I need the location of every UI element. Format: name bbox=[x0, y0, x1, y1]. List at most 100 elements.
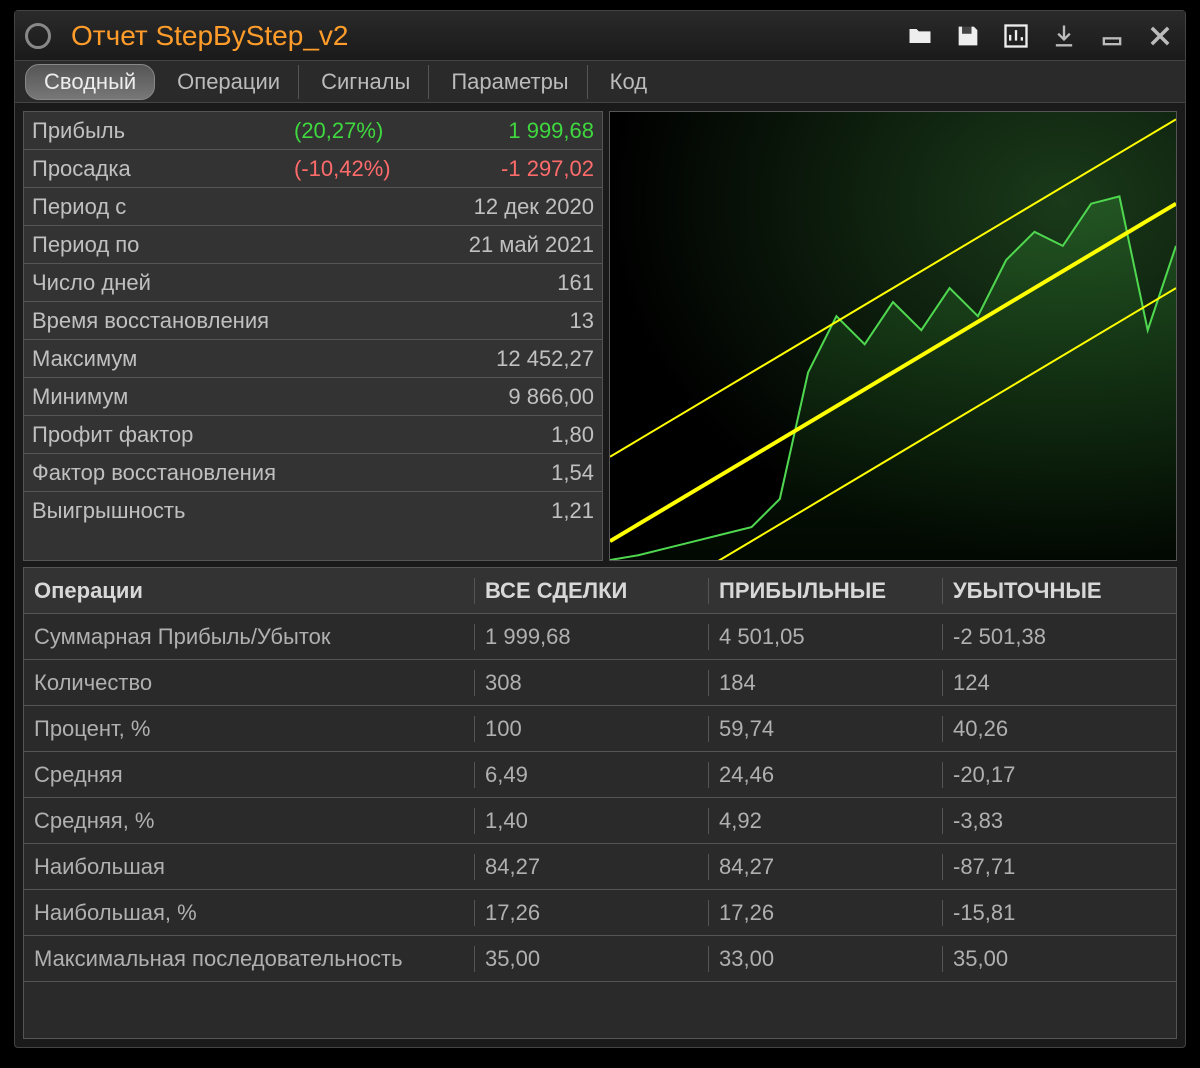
tab-сводный[interactable]: Сводный bbox=[25, 64, 155, 100]
ops-cell: Наибольшая, % bbox=[24, 900, 474, 926]
summary-row: Выигрышность 1,21 bbox=[24, 492, 602, 530]
tab-сигналы[interactable]: Сигналы bbox=[303, 65, 429, 99]
ops-cell: 17,26 bbox=[708, 900, 942, 926]
summary-row: Период с 12 дек 2020 bbox=[24, 188, 602, 226]
ops-cell: -87,71 bbox=[942, 854, 1176, 880]
ops-row: Наибольшая84,2784,27-87,71 bbox=[24, 844, 1176, 890]
summary-value: 12 452,27 bbox=[444, 346, 594, 372]
ops-cell: 35,00 bbox=[942, 946, 1176, 972]
ops-cell: Количество bbox=[24, 670, 474, 696]
window-title: Отчет StepByStep_v2 bbox=[71, 20, 905, 52]
ops-row: Количество308184124 bbox=[24, 660, 1176, 706]
ops-cell: 6,49 bbox=[474, 762, 708, 788]
summary-value: 13 bbox=[444, 308, 594, 334]
ops-cell: Средняя bbox=[24, 762, 474, 788]
ops-header-cell: ПРИБЫЛЬНЫЕ bbox=[708, 578, 942, 604]
summary-table: Прибыль(20,27%)1 999,68Просадка(-10,42%)… bbox=[23, 111, 603, 561]
summary-label: Профит фактор bbox=[32, 422, 294, 448]
ops-cell: 17,26 bbox=[474, 900, 708, 926]
ops-row: Процент, %10059,7440,26 bbox=[24, 706, 1176, 752]
ops-cell: 100 bbox=[474, 716, 708, 742]
summary-value: 1,54 bbox=[444, 460, 594, 486]
summary-value: 1,21 bbox=[444, 498, 594, 524]
summary-label: Максимум bbox=[32, 346, 294, 372]
summary-row: Максимум 12 452,27 bbox=[24, 340, 602, 378]
ops-cell: Средняя, % bbox=[24, 808, 474, 834]
ops-header-row: ОперацииВСЕ СДЕЛКИПРИБЫЛЬНЫЕУБЫТОЧНЫЕ bbox=[24, 568, 1176, 614]
summary-row: Просадка(-10,42%)-1 297,02 bbox=[24, 150, 602, 188]
summary-value: -1 297,02 bbox=[444, 156, 594, 182]
summary-value: 161 bbox=[444, 270, 594, 296]
summary-value: 1,80 bbox=[444, 422, 594, 448]
operations-table: ОперацииВСЕ СДЕЛКИПРИБЫЛЬНЫЕУБЫТОЧНЫЕСум… bbox=[23, 567, 1177, 1039]
summary-row: Число дней 161 bbox=[24, 264, 602, 302]
summary-label: Просадка bbox=[32, 156, 294, 182]
summary-pct: (-10,42%) bbox=[294, 156, 444, 182]
ops-cell: -3,83 bbox=[942, 808, 1176, 834]
ops-cell: 1,40 bbox=[474, 808, 708, 834]
ops-row: Максимальная последовательность35,0033,0… bbox=[24, 936, 1176, 982]
download-icon[interactable] bbox=[1049, 21, 1079, 51]
ops-row: Средняя, %1,404,92-3,83 bbox=[24, 798, 1176, 844]
summary-row: Минимум 9 866,00 bbox=[24, 378, 602, 416]
ops-row: Средняя6,4924,46-20,17 bbox=[24, 752, 1176, 798]
tab-параметры[interactable]: Параметры bbox=[433, 65, 587, 99]
summary-row: Время восстановления 13 bbox=[24, 302, 602, 340]
summary-value: 21 май 2021 bbox=[444, 232, 594, 258]
ops-cell: 124 bbox=[942, 670, 1176, 696]
ops-cell: -20,17 bbox=[942, 762, 1176, 788]
ops-cell: Наибольшая bbox=[24, 854, 474, 880]
minimize-icon[interactable] bbox=[1097, 21, 1127, 51]
titlebar-actions bbox=[905, 21, 1175, 51]
ops-header-cell: УБЫТОЧНЫЕ bbox=[942, 578, 1176, 604]
summary-label: Период с bbox=[32, 194, 294, 220]
summary-label: Период по bbox=[32, 232, 294, 258]
ops-cell: 308 bbox=[474, 670, 708, 696]
close-icon[interactable] bbox=[1145, 21, 1175, 51]
save-icon[interactable] bbox=[953, 21, 983, 51]
summary-value: 1 999,68 bbox=[444, 118, 594, 144]
app-icon bbox=[25, 23, 51, 49]
summary-label: Фактор восстановления bbox=[32, 460, 294, 486]
ops-cell: Максимальная последовательность bbox=[24, 946, 474, 972]
ops-cell: Суммарная Прибыль/Убыток bbox=[24, 624, 474, 650]
ops-cell: 84,27 bbox=[708, 854, 942, 880]
ops-cell: 24,46 bbox=[708, 762, 942, 788]
summary-label: Прибыль bbox=[32, 118, 294, 144]
chart-settings-icon[interactable] bbox=[1001, 21, 1031, 51]
ops-row: Наибольшая, %17,2617,26-15,81 bbox=[24, 890, 1176, 936]
summary-label: Выигрышность bbox=[32, 498, 294, 524]
content-area: Прибыль(20,27%)1 999,68Просадка(-10,42%)… bbox=[15, 103, 1185, 1047]
summary-value: 9 866,00 bbox=[444, 384, 594, 410]
ops-cell: 35,00 bbox=[474, 946, 708, 972]
summary-label: Минимум bbox=[32, 384, 294, 410]
ops-row: Суммарная Прибыль/Убыток1 999,684 501,05… bbox=[24, 614, 1176, 660]
tab-код[interactable]: Код bbox=[592, 65, 665, 99]
report-window: Отчет StepByStep_v2 СводныйОперацииСигна… bbox=[14, 10, 1186, 1048]
titlebar: Отчет StepByStep_v2 bbox=[15, 11, 1185, 61]
summary-value: 12 дек 2020 bbox=[444, 194, 594, 220]
ops-cell: 184 bbox=[708, 670, 942, 696]
ops-cell: Процент, % bbox=[24, 716, 474, 742]
ops-header-cell: ВСЕ СДЕЛКИ bbox=[474, 578, 708, 604]
ops-cell: 1 999,68 bbox=[474, 624, 708, 650]
summary-pct: (20,27%) bbox=[294, 118, 444, 144]
tabs-bar: СводныйОперацииСигналыПараметрыКод bbox=[15, 61, 1185, 103]
summary-label: Время восстановления bbox=[32, 308, 294, 334]
ops-cell: 59,74 bbox=[708, 716, 942, 742]
ops-cell: -15,81 bbox=[942, 900, 1176, 926]
ops-cell: -2 501,38 bbox=[942, 624, 1176, 650]
ops-header-cell: Операции bbox=[24, 578, 474, 604]
summary-row: Фактор восстановления 1,54 bbox=[24, 454, 602, 492]
summary-row: Прибыль(20,27%)1 999,68 bbox=[24, 112, 602, 150]
summary-label: Число дней bbox=[32, 270, 294, 296]
top-row: Прибыль(20,27%)1 999,68Просадка(-10,42%)… bbox=[23, 111, 1177, 561]
equity-chart bbox=[609, 111, 1177, 561]
tab-операции[interactable]: Операции bbox=[159, 65, 299, 99]
ops-cell: 40,26 bbox=[942, 716, 1176, 742]
open-folder-icon[interactable] bbox=[905, 21, 935, 51]
summary-row: Период по 21 май 2021 bbox=[24, 226, 602, 264]
summary-row: Профит фактор 1,80 bbox=[24, 416, 602, 454]
ops-cell: 84,27 bbox=[474, 854, 708, 880]
ops-cell: 4 501,05 bbox=[708, 624, 942, 650]
